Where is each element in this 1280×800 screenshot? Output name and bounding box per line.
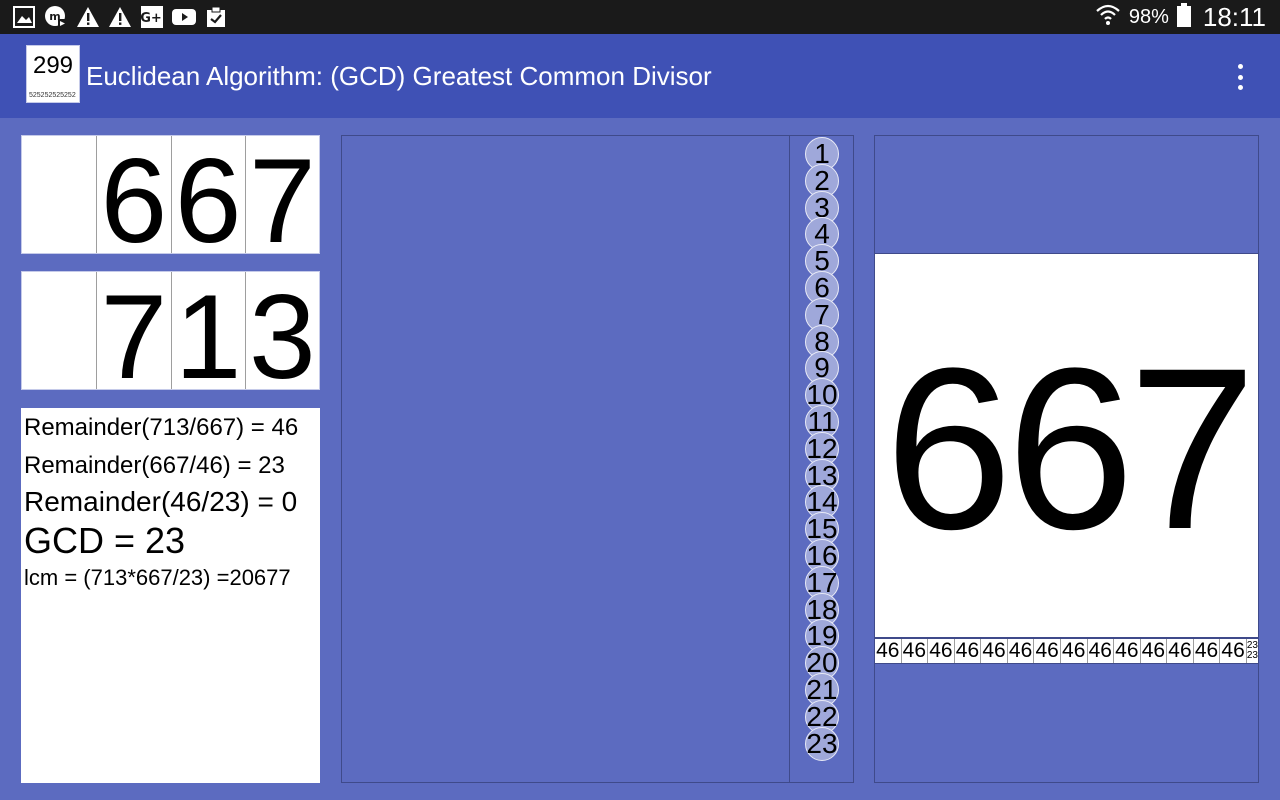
warning-icon [76, 5, 100, 29]
clock: 18:11 [1202, 1, 1266, 32]
strip-cell: 46 [1194, 639, 1221, 663]
digit-cell[interactable]: 6 [170, 136, 245, 261]
strip-cell: 46 [1141, 639, 1168, 663]
step-indicator[interactable]: 23 [805, 726, 839, 761]
digit-cell[interactable] [22, 136, 96, 253]
battery-icon [1176, 2, 1191, 32]
app-logo: 299 525252525252 [26, 45, 80, 103]
status-right: 98% 18:11 [1095, 0, 1266, 34]
notification-icons: m G+ [12, 5, 228, 29]
app-logo-subtext: 525252525252 [29, 92, 76, 99]
google-plus-icon: G+ [140, 5, 164, 29]
strip-cell: 46 [1167, 639, 1194, 663]
warning-icon [108, 5, 132, 29]
big-number-display: 667 [874, 253, 1259, 638]
gallery-icon [12, 5, 36, 29]
digit-cell[interactable] [22, 272, 96, 389]
strip-cell: 46 [875, 639, 902, 663]
gcd-result: GCD = 23 [24, 520, 186, 561]
strip-cell: 46 [1114, 639, 1141, 663]
digit-cell[interactable]: 7 [96, 272, 170, 397]
remainder-line-2: Remainder(667/46) = 23 [24, 452, 285, 479]
step-list: 1 2 3 4 5 6 7 8 9 10 11 12 13 14 15 16 17 18 19 20 21 22 23 [789, 135, 854, 783]
clipboard-icon [204, 5, 228, 29]
more-vert-icon [1237, 64, 1243, 69]
remainder-line-1: Remainder(713/667) = 46 [24, 414, 299, 441]
app-title: Euclidean Algorithm: (GCD) Greatest Comm… [86, 61, 712, 91]
strip-cell: 46 [981, 639, 1008, 663]
lcm-result: lcm = (713*667/23) =20677 [24, 565, 291, 590]
digit-cell[interactable]: 3 [244, 272, 319, 397]
strip-cell: 46 [1034, 639, 1061, 663]
status-bar: m G+ 98% 18:11 [0, 0, 1280, 34]
visualization-panel [341, 135, 790, 783]
results-panel: Remainder(713/667) = 46 Remainder(667/46… [21, 408, 320, 783]
app-logo-number: 299 [32, 52, 74, 79]
more-vert-icon-dot [1237, 74, 1243, 80]
more-vert-icon-dot [1237, 85, 1243, 90]
strip-cell: 46 [1008, 639, 1035, 663]
youtube-icon [172, 5, 196, 29]
svg-text:G+: G+ [141, 11, 162, 26]
app-bar: 299 525252525252 Euclidean Algorithm: (G… [0, 34, 1280, 118]
second-number-input[interactable]: 7 1 3 [21, 271, 320, 397]
strip-end-bottom: 23 [1246, 650, 1258, 661]
remainder-strip: 46 46 46 46 46 46 46 46 46 46 46 46 46 46 23 23 [874, 638, 1259, 664]
strip-remainder-cell: 23 23 [1247, 639, 1258, 663]
first-number-input[interactable]: 6 6 7 [21, 135, 320, 261]
overflow-menu-button[interactable] [1230, 64, 1250, 90]
digit-cell[interactable]: 6 [96, 136, 170, 261]
battery-percent: 98% [1128, 5, 1169, 28]
digit-cell[interactable]: 1 [170, 272, 245, 397]
remainder-line-3: Remainder(46/23) = 0 [24, 486, 298, 517]
strip-cell: 46 [1088, 639, 1115, 663]
wifi-icon [1095, 3, 1121, 32]
strip-cell: 46 [1220, 639, 1247, 663]
big-number: 667 [884, 320, 1257, 577]
strip-cell: 46 [955, 639, 982, 663]
app-notification-icon: m [44, 5, 68, 29]
digit-cell[interactable]: 7 [244, 136, 319, 261]
strip-cell: 46 [902, 639, 929, 663]
strip-cell: 46 [928, 639, 955, 663]
strip-cell: 46 [1061, 639, 1088, 663]
